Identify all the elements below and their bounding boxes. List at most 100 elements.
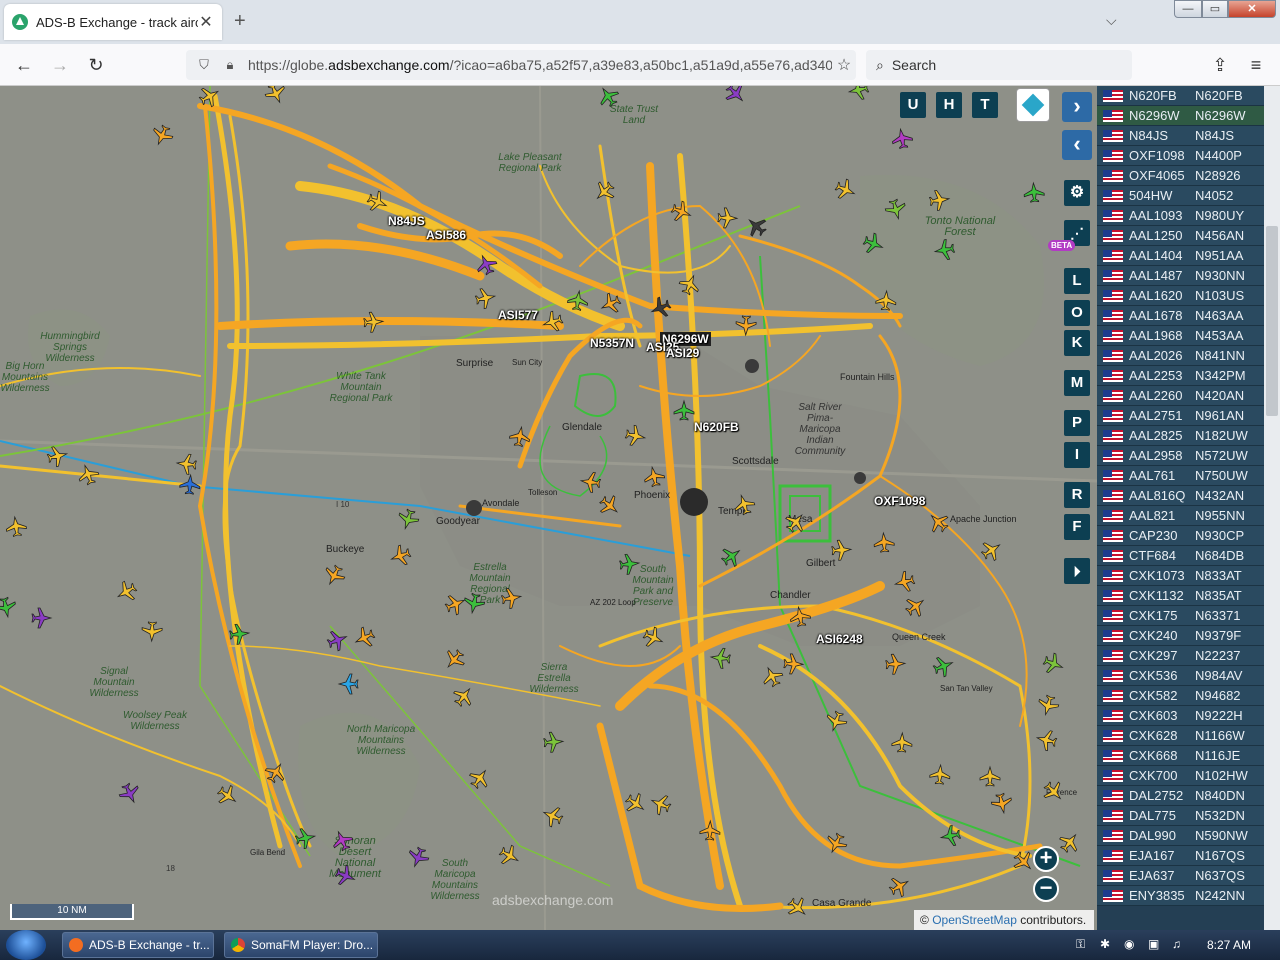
aircraft-icon[interactable] <box>1023 181 1045 203</box>
aircraft-icon[interactable] <box>337 673 359 695</box>
callsign-label[interactable]: ASI6248 <box>816 632 863 646</box>
aircraft-icon[interactable] <box>598 291 624 317</box>
aircraft-icon[interactable] <box>388 543 413 568</box>
aircraft-icon[interactable] <box>884 198 908 222</box>
aircraft-list-row[interactable]: AAL1968 N453AA <box>1097 326 1267 346</box>
aircraft-icon[interactable] <box>363 311 385 333</box>
aircraft-list-row[interactable]: CXK582 N94682 <box>1097 686 1267 706</box>
toggle-u-button[interactable]: U <box>900 92 926 118</box>
callsign-label[interactable]: OXF1098 <box>874 494 925 508</box>
aircraft-list-row[interactable]: CXK603 N9222H <box>1097 706 1267 726</box>
toggle-o-button[interactable]: O <box>1064 300 1090 326</box>
aircraft-icon[interactable] <box>782 509 810 536</box>
toggle-h-button[interactable]: H <box>936 92 962 118</box>
aircraft-icon[interactable] <box>113 578 139 605</box>
aircraft-list-row[interactable]: CTF684 N684DB <box>1097 546 1267 566</box>
aircraft-list-row[interactable]: DAL990 N590NW <box>1097 826 1267 846</box>
aircraft-list-row[interactable]: DAL2752 N840DN <box>1097 786 1267 806</box>
aircraft-icon[interactable] <box>978 537 1005 564</box>
forward-arrow-icon[interactable]: → <box>48 53 72 77</box>
aircraft-icon[interactable] <box>928 189 951 211</box>
aircraft-icon[interactable] <box>443 591 468 617</box>
expand-sidebar-icon[interactable]: › <box>1062 92 1092 122</box>
url-text[interactable]: https://globe.adsbexchange.com/?icao=a6b… <box>248 57 832 73</box>
scrollbar-thumb[interactable] <box>1266 226 1278 416</box>
maximize-button[interactable]: ▭ <box>1202 0 1228 18</box>
security-icon[interactable]: ◉ <box>1124 937 1134 951</box>
aircraft-icon[interactable] <box>722 86 750 107</box>
aircraft-list-row[interactable]: AAL2260 N420AN <box>1097 386 1267 406</box>
aircraft-list-row[interactable]: CXK1073 N833AT <box>1097 566 1267 586</box>
aircraft-icon[interactable] <box>179 473 201 495</box>
new-tab-button[interactable]: + <box>234 10 246 33</box>
close-window-button[interactable]: ✕ <box>1228 0 1276 18</box>
extensions-icon[interactable]: ⇪ <box>1208 53 1232 77</box>
aircraft-list-row[interactable]: CXK175 N63371 <box>1097 606 1267 626</box>
aircraft-icon[interactable] <box>76 462 101 487</box>
openstreetmap-link[interactable]: OpenStreetMap <box>932 913 1017 927</box>
settings-gear-icon[interactable]: ⚙ <box>1064 180 1090 206</box>
tracking-protection-icon[interactable]: ⛉ <box>196 57 212 73</box>
aircraft-icon[interactable] <box>31 607 53 629</box>
aircraft-icon[interactable] <box>677 272 703 297</box>
aircraft-list-row[interactable]: AAL2751 N961AN <box>1097 406 1267 426</box>
aircraft-list-row[interactable]: CXK628 N1166W <box>1097 726 1267 746</box>
aircraft-list-row[interactable]: EJA637 N637QS <box>1097 866 1267 886</box>
aircraft-icon[interactable] <box>759 664 785 690</box>
toggle-k-button[interactable]: K <box>1064 330 1090 356</box>
aircraft-icon[interactable] <box>365 189 390 215</box>
aircraft-icon[interactable] <box>229 623 251 645</box>
flight-map[interactable]: State Trust Land Lake Pleasant Regional … <box>0 86 1097 930</box>
aircraft-icon[interactable] <box>46 444 69 468</box>
aircraft-list-row[interactable]: AAL2026 N841NN <box>1097 346 1267 366</box>
list-all-tabs-icon[interactable]: ⌵ <box>1106 12 1117 29</box>
aircraft-icon[interactable] <box>294 826 317 850</box>
aircraft-icon[interactable] <box>619 553 641 575</box>
aircraft-list-row[interactable]: AAL1620 N103US <box>1097 286 1267 306</box>
aircraft-icon[interactable] <box>783 653 805 675</box>
aircraft-icon[interactable] <box>352 625 378 651</box>
aircraft-icon[interactable] <box>508 425 531 448</box>
aircraft-icon[interactable] <box>540 309 564 334</box>
aircraft-icon[interactable] <box>474 286 497 310</box>
aircraft-list-row[interactable]: AAL2958 N572UW <box>1097 446 1267 466</box>
callsign-label[interactable]: N5357N <box>590 336 634 350</box>
aircraft-icon[interactable] <box>5 515 27 538</box>
toggle-p-button[interactable]: P <box>1064 410 1090 436</box>
aircraft-list-row[interactable]: OXF4065 N28926 <box>1097 166 1267 186</box>
aircraft-icon[interactable] <box>789 605 812 628</box>
aircraft-list-row[interactable]: DAL775 N532DN <box>1097 806 1267 826</box>
aircraft-icon[interactable] <box>450 683 477 710</box>
aircraft-list[interactable]: N620FB N620FB N6296W N6296W N84JS N84JS OXF109… <box>1097 86 1280 930</box>
aircraft-icon[interactable] <box>893 570 916 594</box>
aircraft-icon[interactable] <box>175 453 197 475</box>
menu-icon[interactable]: ≡ <box>1244 53 1268 77</box>
aircraft-icon[interactable] <box>732 492 757 516</box>
aircraft-icon[interactable] <box>1056 829 1083 856</box>
aircraft-icon[interactable] <box>262 759 289 785</box>
aircraft-icon[interactable] <box>624 424 647 448</box>
callsign-label[interactable]: N84JS <box>388 214 425 228</box>
aircraft-icon[interactable] <box>847 86 870 102</box>
aircraft-list-row[interactable]: EJA167 N167QS <box>1097 846 1267 866</box>
aircraft-icon[interactable] <box>902 593 929 620</box>
clock[interactable]: 8:27 AM <box>1207 938 1251 952</box>
aircraft-icon[interactable] <box>933 238 956 261</box>
toggle-l-button[interactable]: L <box>1064 268 1090 294</box>
aircraft-icon[interactable] <box>500 587 523 610</box>
callsign-label[interactable]: ASI577 <box>498 308 538 322</box>
aircraft-icon[interactable] <box>831 539 853 561</box>
aircraft-icon[interactable] <box>595 86 622 110</box>
aircraft-icon[interactable] <box>596 492 623 520</box>
aircraft-icon[interactable] <box>149 123 175 148</box>
aircraft-icon[interactable] <box>622 790 649 817</box>
aircraft-icon[interactable] <box>196 86 222 110</box>
aircraft-icon[interactable] <box>641 625 666 651</box>
toggle-f-button[interactable]: F <box>1064 514 1090 540</box>
aircraft-list-row[interactable]: AAL2253 N342PM <box>1097 366 1267 386</box>
aircraft-icon[interactable] <box>462 592 486 615</box>
aircraft-icon[interactable] <box>496 842 522 869</box>
aircraft-list-row[interactable]: N6296W N6296W <box>1097 106 1267 126</box>
bluetooth-icon[interactable]: ✱ <box>1100 937 1110 951</box>
network-icon[interactable]: ⚿ <box>1076 937 1085 952</box>
